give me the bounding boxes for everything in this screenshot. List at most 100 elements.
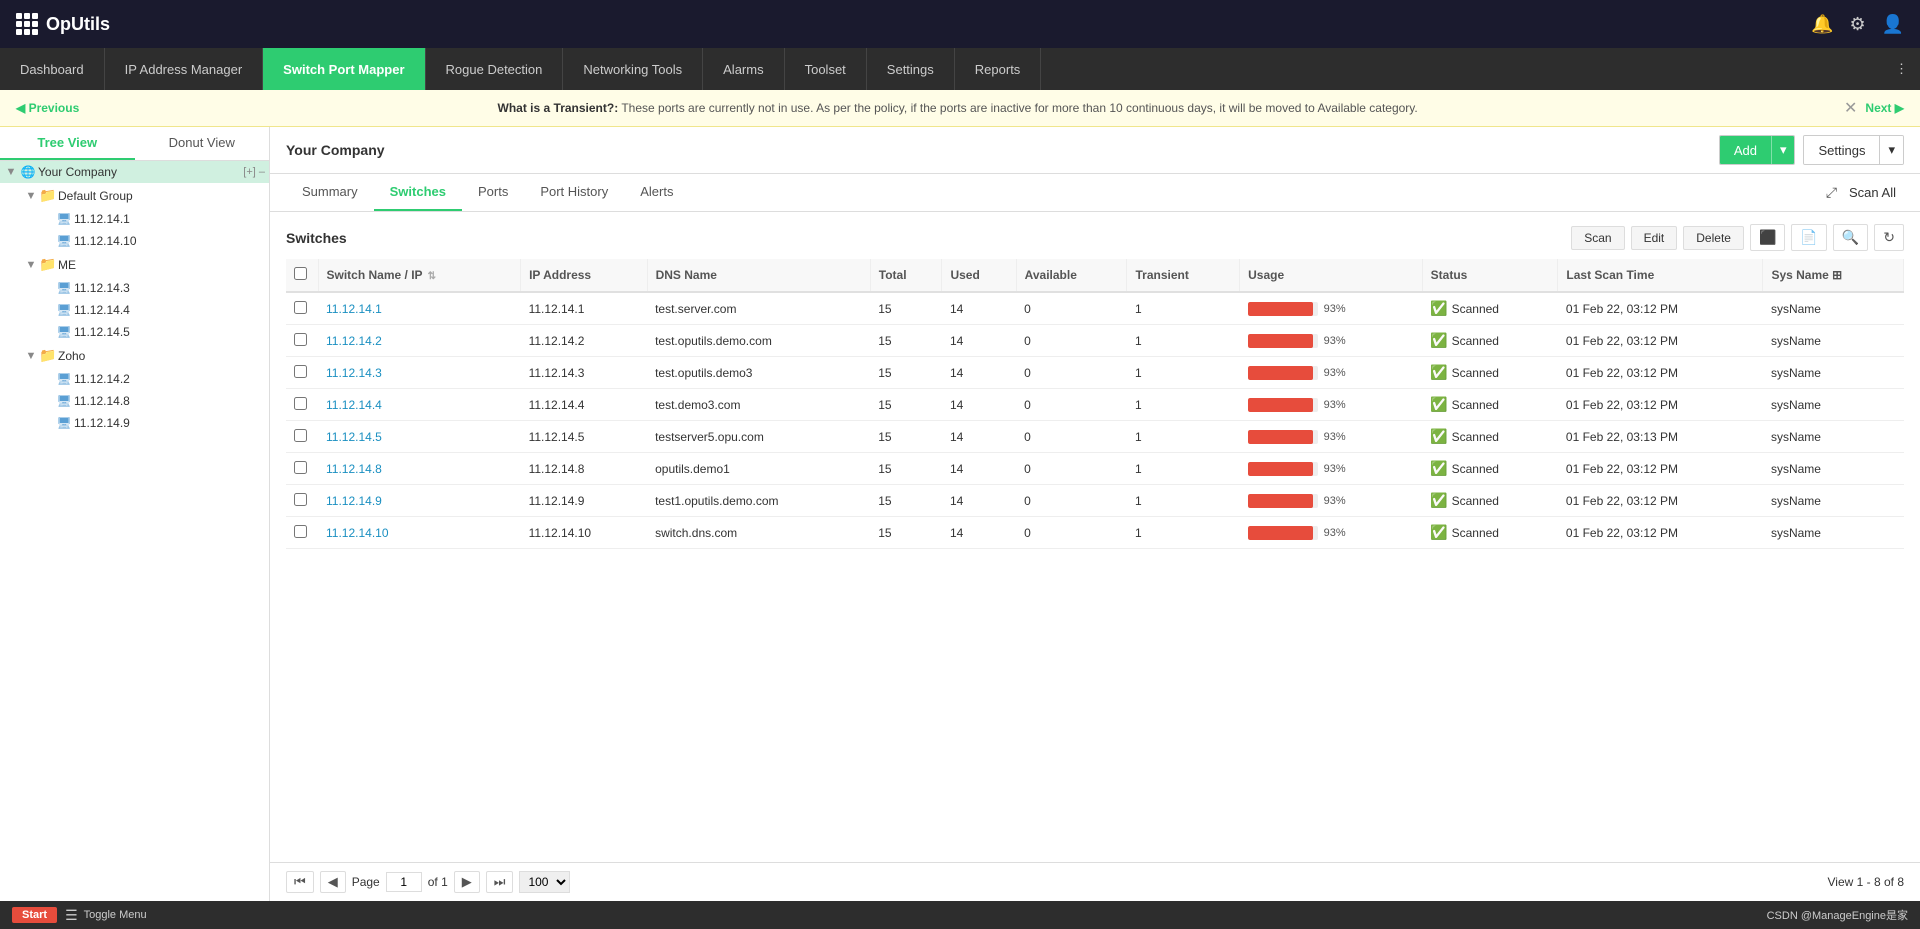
row-checkbox[interactable]	[294, 301, 307, 314]
tree-switch-11.12.14.2[interactable]: 🖥 11.12.14.2	[32, 368, 269, 390]
total-cell: 15	[870, 485, 942, 517]
last-scan-cell: 01 Feb 22, 03:12 PM	[1558, 389, 1763, 421]
tab-tree-view[interactable]: Tree View	[0, 127, 135, 160]
tree-switch-11.12.14.10[interactable]: 🖥 11.12.14.10	[32, 230, 269, 252]
usage-cell: 93%	[1240, 389, 1423, 421]
settings-icon[interactable]: ⚙	[1849, 14, 1865, 35]
nav-item-rogue-detection[interactable]: Rogue Detection	[426, 48, 564, 90]
row-checkbox[interactable]	[294, 525, 307, 538]
notification-icon[interactable]: 🔔	[1811, 14, 1833, 35]
tab-alerts[interactable]: Alerts	[624, 174, 689, 211]
tree-me-toggle[interactable]: ▼	[24, 259, 38, 271]
row-checkbox[interactable]	[294, 493, 307, 506]
switch-name-link[interactable]: 11.12.14.5	[326, 430, 382, 444]
switch-name-link[interactable]: 11.12.14.2	[326, 334, 382, 348]
refresh-icon[interactable]: ↻	[1874, 224, 1904, 251]
col-switch-name[interactable]: Switch Name / IP ⇅	[318, 259, 521, 292]
export-pdf-icon[interactable]: 📄	[1791, 224, 1826, 251]
user-icon[interactable]: 👤	[1882, 14, 1904, 35]
nav-item-switch-port-mapper[interactable]: Switch Port Mapper	[263, 48, 425, 90]
tree-me-group: ▼ 📁 ME 🖥 11.12.14.3 🖥 11.12.14.4 🖥	[0, 252, 269, 343]
switch-name-link[interactable]: 11.12.14.4	[326, 398, 382, 412]
select-all-checkbox[interactable]	[294, 267, 307, 280]
nav-item-settings[interactable]: Settings	[867, 48, 955, 90]
add-dropdown-button[interactable]: ▾	[1771, 136, 1795, 164]
switch-name-link[interactable]: 11.12.14.9	[326, 494, 382, 508]
per-page-select[interactable]: 100 50 25	[519, 871, 570, 893]
scan-all-button[interactable]: Scan All	[1841, 181, 1904, 204]
page-input[interactable]	[386, 872, 422, 892]
nav-item-dashboard[interactable]: Dashboard	[0, 48, 105, 90]
tree-switch-11.12.14.3[interactable]: 🖥 11.12.14.3	[32, 277, 269, 299]
tree-switch-label: 11.12.14.1	[74, 212, 265, 226]
delete-button[interactable]: Delete	[1683, 226, 1744, 250]
usage-cell: 93%	[1240, 453, 1423, 485]
prev-page-button[interactable]: ◀	[320, 871, 346, 893]
status-label: Scanned	[1452, 494, 1499, 508]
dns-name-cell: switch.dns.com	[647, 517, 870, 549]
row-checkbox[interactable]	[294, 461, 307, 474]
row-checkbox[interactable]	[294, 333, 307, 346]
nav-item-networking-tools[interactable]: Networking Tools	[563, 48, 703, 90]
start-button[interactable]: Start	[12, 907, 57, 923]
col-usage: Usage	[1240, 259, 1423, 292]
banner-next-button[interactable]: Next ▶	[1865, 101, 1904, 115]
switch-icon: 🖥	[54, 325, 74, 339]
settings-button[interactable]: Settings	[1804, 136, 1879, 164]
col-used: Used	[942, 259, 1016, 292]
tree-group-default[interactable]: ▼ 📁 Default Group	[16, 183, 269, 208]
scan-button[interactable]: Scan	[1571, 226, 1624, 250]
tree-group-toggle[interactable]: ▼	[24, 190, 38, 202]
nav-item-toolset[interactable]: Toolset	[785, 48, 867, 90]
add-button[interactable]: Add	[1720, 136, 1771, 164]
row-checkbox[interactable]	[294, 365, 307, 378]
switch-name-link[interactable]: 11.12.14.8	[326, 462, 382, 476]
globe-icon: 🌐	[18, 165, 38, 179]
tree-switch-11.12.14.8[interactable]: 🖥 11.12.14.8	[32, 390, 269, 412]
last-page-button[interactable]: ⏭	[486, 871, 514, 893]
tree-switch-11.12.14.4[interactable]: 🖥 11.12.14.4	[32, 299, 269, 321]
tree-group-zoho[interactable]: ▼ 📁 Zoho	[16, 343, 269, 368]
expand-icon[interactable]: ⤢	[1826, 184, 1837, 201]
switch-name-link[interactable]: 11.12.14.10	[326, 526, 389, 540]
col-available: Available	[1016, 259, 1127, 292]
tree-switch-11.12.14.1[interactable]: 🖥 11.12.14.1	[32, 208, 269, 230]
next-page-button[interactable]: ▶	[454, 871, 480, 893]
nav-item-reports[interactable]: Reports	[955, 48, 1042, 90]
toggle-menu-button[interactable]: ☰ Toggle Menu	[65, 907, 147, 924]
tab-donut-view[interactable]: Donut View	[135, 127, 270, 160]
nav-more[interactable]: ⋮	[1883, 48, 1920, 90]
nav-item-alarms[interactable]: Alarms	[703, 48, 784, 90]
tree-switch-11.12.14.9[interactable]: 🖥 11.12.14.9	[32, 412, 269, 434]
tree-group-me[interactable]: ▼ 📁 ME	[16, 252, 269, 277]
nav-item-ip-address-manager[interactable]: IP Address Manager	[105, 48, 264, 90]
edit-button[interactable]: Edit	[1631, 226, 1678, 250]
view-info: View 1 - 8 of 8	[1828, 875, 1905, 889]
tab-port-history[interactable]: Port History	[524, 174, 624, 211]
tab-summary[interactable]: Summary	[286, 174, 374, 211]
tree-zoho-toggle[interactable]: ▼	[24, 350, 38, 362]
tree-root-toggle[interactable]: ▼	[4, 166, 18, 178]
table-actions: Scan Edit Delete ⬛ 📄 🔍 ↻	[1571, 224, 1904, 251]
row-checkbox[interactable]	[294, 397, 307, 410]
tab-ports[interactable]: Ports	[462, 174, 524, 211]
tab-switches[interactable]: Switches	[374, 174, 462, 211]
tree-switch-label: 11.12.14.4	[74, 303, 265, 317]
table-row: 11.12.14.9 11.12.14.9 test1.oputils.demo…	[286, 485, 1904, 517]
tree-switch-11.12.14.5[interactable]: 🖥 11.12.14.5	[32, 321, 269, 343]
total-cell: 15	[870, 453, 942, 485]
first-page-button[interactable]: ⏮	[286, 871, 314, 893]
sys-name-cell: sysName	[1763, 292, 1904, 325]
row-checkbox[interactable]	[294, 429, 307, 442]
search-icon[interactable]: 🔍	[1833, 224, 1868, 251]
tree-root-item[interactable]: ▼ 🌐 Your Company [+] –	[0, 161, 269, 183]
export-csv-icon[interactable]: ⬛	[1750, 224, 1785, 251]
switch-name-link[interactable]: 11.12.14.3	[326, 366, 382, 380]
status-check-icon: ✅	[1430, 524, 1447, 541]
settings-dropdown-button[interactable]: ▾	[1879, 136, 1903, 164]
available-cell: 0	[1016, 485, 1127, 517]
switch-name-link[interactable]: 11.12.14.1	[326, 302, 382, 316]
ip-address-cell: 11.12.14.1	[521, 292, 648, 325]
banner-close-icon[interactable]: ✕	[1844, 98, 1857, 118]
banner-prev-button[interactable]: ◀ Previous	[16, 101, 79, 115]
